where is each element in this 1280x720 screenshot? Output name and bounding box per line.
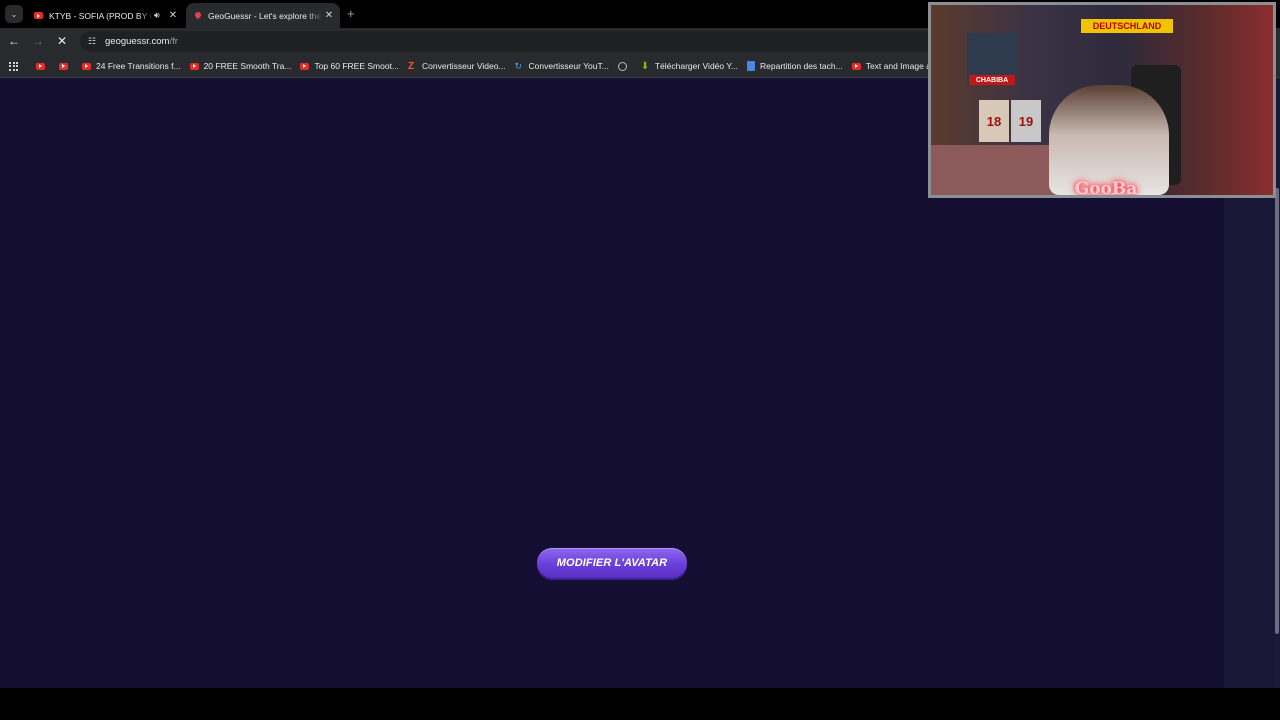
tab-title: KTYB - SOFIA (PROD BY GA: [49, 10, 154, 21]
close-tab-icon[interactable]: ✕: [167, 10, 179, 21]
doc-icon: [747, 61, 755, 71]
bookmark-label: Convertisseur YouT...: [528, 61, 609, 71]
bookmark-item[interactable]: Repartition des tach...: [747, 61, 843, 71]
new-tab-button[interactable]: +: [347, 6, 355, 21]
youtube-icon: [59, 62, 68, 70]
url-path: /fr: [169, 36, 178, 47]
youtube-icon: [36, 62, 45, 70]
youtube-icon: [300, 62, 310, 70]
bookmark-item[interactable]: [617, 61, 632, 71]
wall-banner: DEUTSCHLAND: [1081, 19, 1173, 33]
jersey: 19: [1011, 100, 1041, 142]
tab-geoguessr[interactable]: GeoGuessr - Let's explore the w ✕: [186, 3, 340, 28]
modify-avatar-button[interactable]: MODIFIER L'AVATAR: [537, 548, 687, 578]
back-button[interactable]: ←: [6, 33, 22, 49]
youtube-icon: [34, 12, 43, 19]
site-info-icon[interactable]: ☷: [88, 36, 100, 47]
bookmark-item[interactable]: ⬇︎ Télécharger Vidéo Y...: [641, 61, 738, 72]
globe-icon: [617, 61, 627, 71]
youtube-icon: [851, 62, 861, 70]
bed: [931, 145, 1061, 195]
url-domain: geoguessr.com: [105, 36, 170, 47]
bookmark-label: Top 60 FREE Smoot...: [314, 61, 400, 71]
bookmark-item[interactable]: 20 FREE Smooth Tra...: [189, 61, 292, 71]
convert-icon: ↻: [514, 60, 523, 71]
address-bar[interactable]: ☷ geoguessr.com/fr: [80, 31, 940, 52]
bookmark-label: Convertisseur Video...: [422, 61, 506, 71]
bookmark-label: Repartition des tach...: [760, 61, 843, 71]
url-text[interactable]: geoguessr.com/fr: [105, 36, 178, 47]
bookmark-label: 20 FREE Smooth Tra...: [203, 61, 292, 71]
bookmark-item[interactable]: ↻ Convertisseur YouT...: [515, 61, 609, 72]
bookmark-item[interactable]: [36, 62, 50, 70]
bookmark-item[interactable]: Z Convertisseur Video...: [408, 61, 505, 72]
youtube-icon: [189, 62, 199, 70]
bookmark-item[interactable]: Top 60 FREE Smoot...: [300, 61, 399, 71]
tab-title: GeoGuessr - Let's explore the w: [208, 10, 323, 21]
speaker-icon[interactable]: 🔊︎: [154, 10, 164, 21]
bookmark-item[interactable]: 24 Free Transitions f...: [82, 61, 181, 71]
forward-button[interactable]: →: [30, 33, 46, 49]
z-icon: Z: [408, 60, 415, 72]
bookmark-label: 24 Free Transitions f...: [96, 61, 181, 71]
tab-search-button[interactable]: ⌄: [5, 5, 23, 23]
bottom-bar: [0, 688, 1280, 720]
geoguessr-icon: [194, 12, 202, 20]
scrollbar-thumb[interactable]: [1275, 188, 1279, 634]
tab-youtube[interactable]: KTYB - SOFIA (PROD BY GA 🔊︎ ✕: [26, 3, 184, 28]
youtube-icon: [82, 62, 91, 70]
chevron-down-icon: ⌄: [10, 9, 18, 19]
streamer-logo: GooBa: [1074, 179, 1138, 198]
jersey: 18: [979, 100, 1009, 142]
bookmark-label: Télécharger Vidéo Y...: [654, 61, 738, 71]
webcam-overlay: CHABIBA DEUTSCHLAND 18 19 GooBa: [928, 2, 1276, 198]
close-tab-icon[interactable]: ✕: [323, 10, 335, 21]
apps-grid-icon[interactable]: [9, 61, 18, 71]
poster-label: CHABIBA: [969, 75, 1015, 85]
download-icon: ⬇︎: [640, 60, 650, 72]
stop-loading-button[interactable]: ✕: [54, 33, 70, 49]
bookmark-item[interactable]: [59, 62, 73, 70]
